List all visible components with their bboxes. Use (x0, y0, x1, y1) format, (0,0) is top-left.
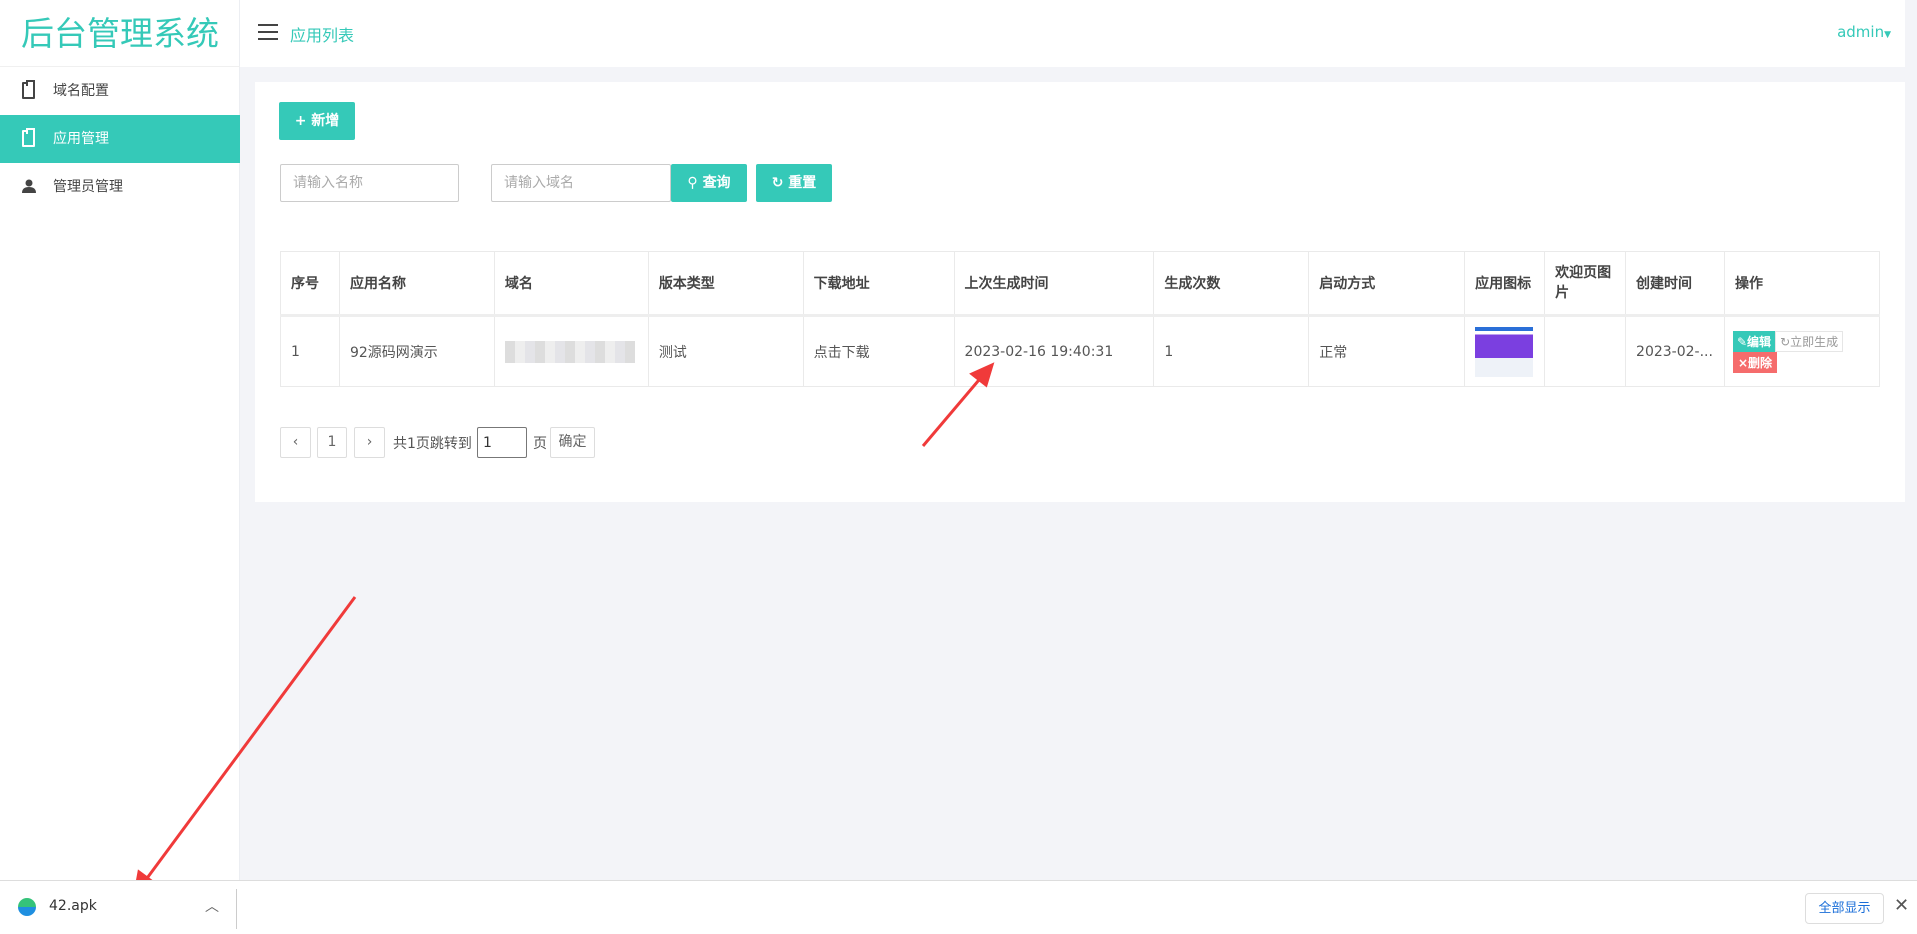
show-all-button[interactable]: 全部显示 (1805, 893, 1884, 924)
table-row: 1 92源码网演示 测试 点击下载 2023-02-16 19:40:31 1 … (280, 315, 1881, 387)
pagination-total: 共1页跳转到 (393, 436, 472, 452)
table-header-row: 序号 应用名称 域名 版本类型 下载地址 上次生成时间 生成次数 启动方式 应用… (280, 251, 1881, 317)
close-icon[interactable]: ✕ (1894, 895, 1909, 916)
sidebar-item-app-management[interactable]: 应用管理 (0, 115, 240, 163)
sidebar-item-label: 应用管理 (53, 131, 109, 147)
col-header: 欢迎页图片 (1544, 251, 1627, 317)
divider (236, 889, 237, 929)
cell-welcome-image (1544, 315, 1627, 387)
menu-toggle-icon[interactable] (258, 24, 278, 26)
sidebar-item-admin-management[interactable]: 管理员管理 (0, 163, 240, 211)
next-page-button[interactable]: › (354, 427, 385, 458)
page-1-button[interactable]: 1 (317, 427, 347, 458)
cell-count: 1 (1153, 315, 1310, 387)
cell-created: 2023-02-... (1625, 315, 1725, 387)
col-header: 域名 (493, 251, 649, 317)
app-logo-title: 后台管理系统 (0, 0, 240, 67)
app-table: 序号 应用名称 域名 版本类型 下载地址 上次生成时间 生成次数 启动方式 应用… (280, 251, 1881, 387)
download-filename[interactable]: 42.apk (49, 898, 97, 914)
col-header: 应用名称 (338, 251, 495, 317)
jump-page-input[interactable] (477, 427, 527, 458)
col-header: 上次生成时间 (953, 251, 1155, 317)
col-header: 版本类型 (647, 251, 804, 317)
page-suffix: 页 (533, 436, 547, 452)
cell-actions: ✎编辑 ↻立即生成 ×删除 (1723, 315, 1881, 387)
col-header: 创建时间 (1625, 251, 1725, 317)
clipboard-icon (22, 80, 35, 99)
sidebar-item-domain-config[interactable]: 域名配置 (0, 67, 240, 115)
search-label: 查询 (702, 175, 731, 191)
col-header: 操作 (1723, 251, 1881, 317)
edit-button[interactable]: ✎编辑 (1732, 330, 1776, 352)
jump-confirm-button[interactable]: 确定 (550, 427, 595, 458)
generate-button[interactable]: ↻立即生成 (1775, 330, 1844, 352)
sidebar-item-label: 管理员管理 (53, 179, 123, 195)
col-header: 生成次数 (1153, 251, 1310, 317)
page-title: 应用列表 (290, 26, 355, 45)
reset-button[interactable]: ↻ 重置 (756, 164, 832, 202)
delete-button[interactable]: ×删除 (1732, 351, 1778, 373)
user-icon (22, 179, 36, 193)
name-search-input[interactable] (280, 164, 459, 202)
search-button[interactable]: ⚲ 查询 (671, 164, 747, 202)
prev-page-button[interactable]: ‹ (280, 427, 311, 458)
clipboard-icon (22, 128, 35, 147)
search-icon: ⚲ (687, 175, 703, 191)
col-header: 序号 (280, 251, 340, 317)
col-header: 下载地址 (802, 251, 955, 317)
cell-index: 1 (280, 315, 340, 387)
top-header: 应用列表 admin▼ (240, 0, 1917, 67)
scrollbar[interactable] (1905, 0, 1917, 880)
download-bar: 42.apk ︿ 全部显示 ✕ (0, 880, 1917, 934)
sidebar: 后台管理系统 域名配置 应用管理 管理员管理 (0, 0, 240, 880)
add-button[interactable]: + 新增 (279, 102, 355, 140)
chevron-up-icon[interactable]: ︿ (205, 896, 219, 916)
user-menu[interactable]: admin▼ (1837, 23, 1891, 41)
caret-down-icon: ▼ (1884, 30, 1891, 40)
cell-launch: 正常 (1308, 315, 1466, 387)
reset-label: 重置 (788, 175, 817, 191)
col-header: 启动方式 (1308, 251, 1466, 317)
content-card: + 新增 ⚲ 查询 ↻ 重置 序号 应用名称 域名 版本类型 下载地址 上次生成… (255, 82, 1905, 502)
cell-last-generated: 2023-02-16 19:40:31 (953, 315, 1155, 387)
username: admin (1837, 23, 1885, 41)
cell-app-icon (1464, 315, 1546, 387)
cell-version: 测试 (647, 315, 804, 387)
sidebar-item-label: 域名配置 (53, 83, 109, 99)
cell-domain-blurred (493, 315, 649, 387)
download-link[interactable]: 点击下载 (802, 315, 955, 387)
domain-search-input[interactable] (491, 164, 671, 202)
col-header: 应用图标 (1464, 251, 1546, 317)
app-icon-thumbnail[interactable] (1475, 326, 1534, 377)
edge-browser-icon (18, 898, 36, 916)
cell-name: 92源码网演示 (338, 315, 495, 387)
refresh-icon: ↻ (771, 175, 789, 191)
